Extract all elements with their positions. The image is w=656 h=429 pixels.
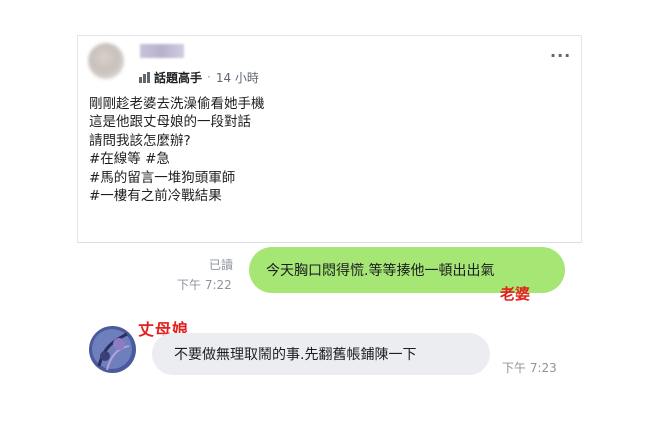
received-message-bubble: 不要做無理取鬧的事.先翻舊帳鋪陳一下 xyxy=(152,333,490,375)
sent-message-text: 今天胸口悶得慌.等等揍他一頓出出氣 xyxy=(266,263,495,279)
wife-annotation: 老婆 xyxy=(500,285,531,303)
top-fan-badge-icon xyxy=(139,71,150,83)
post-line: 剛剛趁老婆去洗澡偷看她手機 xyxy=(89,96,265,112)
more-options-icon[interactable]: ··· xyxy=(550,46,571,65)
received-time: 下午 7:23 xyxy=(502,361,557,375)
post-line: 這是他跟丈母娘的一段對話 xyxy=(89,114,251,131)
hashtag-line[interactable]: #一樓有之前冷戰結果 xyxy=(89,187,265,205)
hashtag-line[interactable]: #在線等 #急 xyxy=(89,150,265,168)
read-status: 已讀 xyxy=(209,258,234,272)
hashtag-line[interactable]: #馬的留言一堆狗頭軍師 xyxy=(89,169,265,187)
post-timestamp[interactable]: 14 小時 xyxy=(216,69,259,86)
post-line: 請問我該怎麼辦? xyxy=(89,132,191,149)
post-body: 剛剛趁老婆去洗澡偷看她手機 這是他跟丈母娘的一段對話 請問我該怎麼辦? #在線等… xyxy=(89,95,265,205)
post-meta: 話題高手 · 14 小時 xyxy=(139,69,259,85)
received-message-text: 不要做無理取鬧的事.先翻舊帳鋪陳一下 xyxy=(174,347,417,363)
author-avatar[interactable] xyxy=(88,43,124,79)
author-badge[interactable]: 話題高手 xyxy=(154,69,202,86)
avatar-image xyxy=(89,326,136,373)
sent-time: 下午 7:22 xyxy=(177,278,232,292)
author-name-blurred[interactable] xyxy=(140,44,184,58)
meta-separator: · xyxy=(207,70,211,84)
mother-in-law-avatar xyxy=(89,326,136,373)
